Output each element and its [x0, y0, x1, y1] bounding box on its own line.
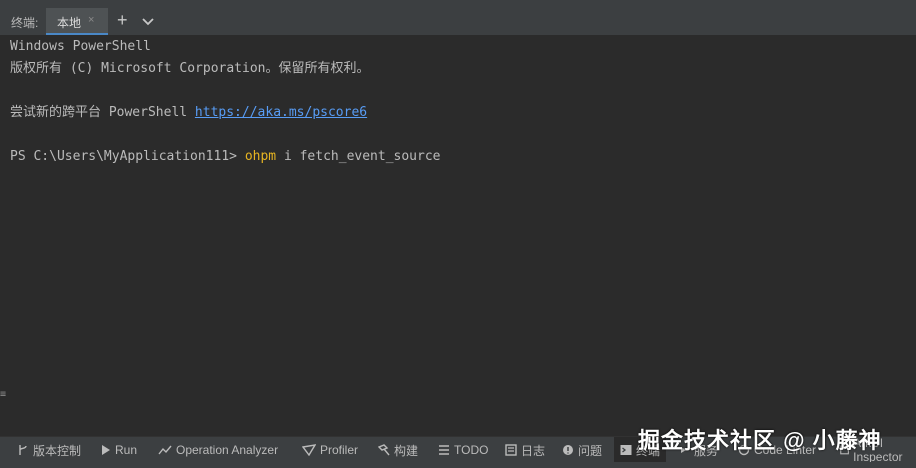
hammer-icon — [378, 444, 390, 456]
panel-title: 终端: — [11, 16, 39, 30]
tool-build[interactable]: 构建 — [378, 437, 418, 463]
scroll-marker: ≡ — [0, 389, 7, 400]
tool-log[interactable]: 日志 — [505, 437, 545, 463]
play-icon — [102, 445, 110, 455]
tool-run[interactable]: Run — [99, 437, 137, 463]
top-strip — [0, 0, 916, 8]
tool-label: 问题 — [578, 443, 603, 458]
terminal-output[interactable]: Windows PowerShell 版权所有 (C) Microsoft Co… — [0, 36, 916, 436]
info-icon — [563, 445, 573, 455]
tool-label: 构建 — [394, 443, 419, 458]
tool-version-control[interactable]: 版本控制 — [17, 437, 81, 463]
tool-label: 版本控制 — [33, 443, 82, 458]
tab-label: 本地 — [57, 16, 82, 30]
status-bar — [0, 462, 916, 468]
close-icon[interactable]: × — [88, 14, 94, 26]
tool-operation-analyzer[interactable]: Operation Analyzer — [158, 437, 278, 463]
terminal-line: 尝试新的跨平台 PowerShell https://aka.ms/pscore… — [10, 104, 367, 122]
chevron-down-icon[interactable] — [141, 14, 155, 32]
pscore-link[interactable]: https://aka.ms/pscore6 — [195, 105, 367, 120]
prompt: PS C:\Users\MyApplication111> — [10, 149, 245, 164]
tool-label: TODO — [454, 443, 489, 457]
terminal-tab-bar: 终端: 本地 × + — [0, 8, 916, 36]
command-name: ohpm — [244, 149, 277, 164]
branch-icon — [19, 445, 27, 455]
tool-label: Profiler — [320, 443, 359, 457]
terminal-line: 版权所有 (C) Microsoft Corporation。保留所有权利。 — [10, 61, 370, 76]
tool-todo[interactable]: TODO — [438, 437, 488, 463]
tool-label: Operation Analyzer — [176, 443, 279, 457]
tool-label: Run — [115, 443, 138, 457]
terminal-line: Windows PowerShell — [10, 39, 151, 54]
prompt-line: PS C:\Users\MyApplication111> ohpm i fet… — [10, 148, 441, 166]
terminal-text: 尝试新的跨平台 PowerShell — [10, 105, 195, 120]
add-icon[interactable]: + — [117, 10, 128, 31]
tool-label: 日志 — [521, 443, 546, 458]
watermark: 掘金技术社区 @ 小藤神 — [638, 428, 882, 453]
command-args: i fetch_event_source — [276, 149, 441, 164]
log-icon — [505, 444, 517, 456]
list-icon — [439, 445, 449, 455]
tab-local[interactable]: 本地 × — [46, 8, 108, 35]
terminal-icon — [620, 445, 632, 455]
profiler-icon — [302, 444, 316, 456]
chart-line-icon — [158, 445, 172, 455]
tool-profiler[interactable]: Profiler — [302, 437, 358, 463]
tool-problems[interactable]: 问题 — [562, 437, 602, 463]
